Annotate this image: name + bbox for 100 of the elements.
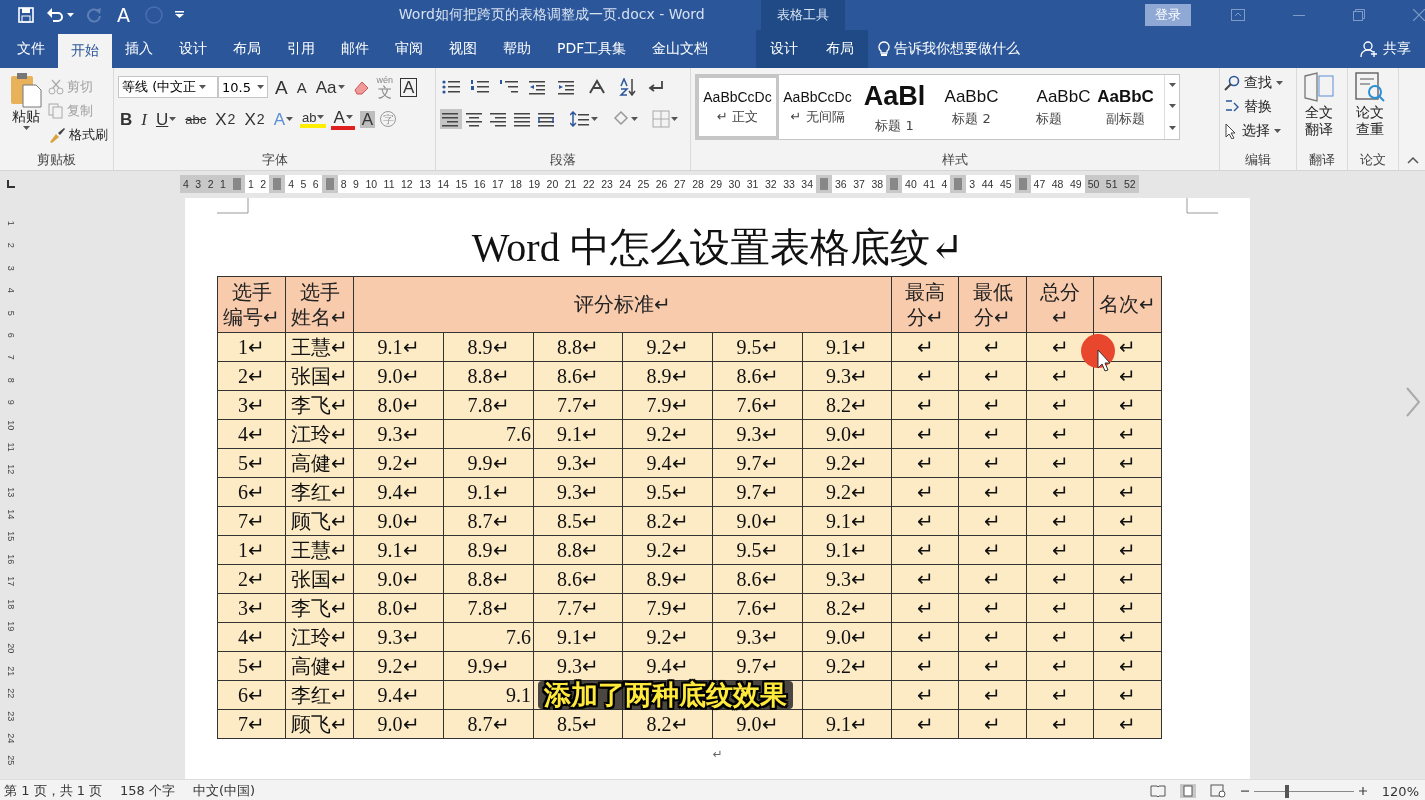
ribbon-tab[interactable]: 引用 [274,30,328,68]
caret-icon[interactable] [1168,125,1176,131]
print-layout-icon[interactable] [1179,784,1196,798]
ribbon-display-icon[interactable] [1231,9,1245,21]
table-cell: ↵ [1026,390,1094,420]
ribbon-tab[interactable]: 设计 [756,30,812,68]
ribbon-tab[interactable]: 帮助 [490,30,544,68]
pointer-icon[interactable] [1224,123,1238,139]
ribbon-tab[interactable]: 插入 [112,30,166,68]
ribbon-tab[interactable]: 邮件 [328,30,382,68]
replace-button[interactable]: 替换 [1224,96,1292,118]
tab-stop-icon[interactable] [6,178,16,189]
caret-icon[interactable] [67,12,74,18]
video-caption: 添加了两种底纹效果 [538,681,793,709]
tell-me-search[interactable]: 告诉我你想要做什么 [878,30,1020,68]
zoom-slider-thumb[interactable] [1284,784,1289,798]
painter-button[interactable]: 格式刷 [48,124,108,146]
search-icon[interactable] [1224,75,1240,91]
shrink-button[interactable]: A [294,79,309,95]
strike-button[interactable]: abc [183,112,209,126]
table-cell: 8.5↵ [533,506,623,536]
font-size-field[interactable]: 10.5 [218,76,268,98]
caret-icon[interactable] [257,84,264,90]
bold-button[interactable]: B [118,110,135,128]
paintbrush-icon[interactable] [48,127,66,143]
underline-button[interactable]: U [153,110,179,128]
ribbon-tab[interactable]: 审阅 [382,30,436,68]
caret-icon[interactable] [286,116,293,122]
ribbon-tab[interactable]: 文件 [4,30,58,68]
restore-icon[interactable] [1353,9,1365,21]
borders-button[interactable] [650,108,680,130]
caret-icon[interactable] [317,114,325,120]
shade-button[interactable]: A [359,110,376,128]
caret-icon[interactable] [337,84,345,90]
ribbon-tab[interactable]: 布局 [812,30,868,68]
table-cell: 9.3↵ [712,419,803,449]
zoom-level[interactable]: 120% [1381,783,1419,799]
table-cell: 9.2↵ [802,448,892,478]
ribbon-tab[interactable]: 视图 [436,30,490,68]
undo-icon[interactable] [46,7,64,23]
caret-icon[interactable] [1276,80,1283,86]
caret-icon[interactable] [631,116,638,122]
caret-icon[interactable] [22,126,30,131]
caret-icon[interactable] [671,116,678,122]
ribbon-tab[interactable]: 金山文档 [639,30,722,68]
line-spacing-icon[interactable] [570,111,590,127]
caret-icon[interactable] [1168,83,1176,89]
plus-icon[interactable] [1357,786,1368,796]
table-cell: ↵ [1026,680,1094,710]
table-cell: ↵ [891,593,959,623]
web-layout-icon[interactable] [1209,784,1226,798]
table-cell: 9.1↵ [353,535,444,565]
font-name-field[interactable]: 等线 (中文正 [118,76,218,98]
translate-button[interactable]: 全文翻译 [1301,72,1337,150]
find-button[interactable]: 查找 [1224,72,1292,94]
style-item[interactable]: AaBbCcDc ↵ 无间隔 [779,75,856,139]
color-button[interactable]: A [331,108,355,130]
ribbon-tab[interactable]: 设计 [166,30,220,68]
table-cell: 2↵ [217,564,286,594]
table-cell: 5↵ [217,448,286,478]
caret-icon[interactable] [1168,104,1176,110]
plagiarism-check-button[interactable]: 论文查重 [1352,72,1388,150]
border-button[interactable]: A [400,77,418,97]
close-icon[interactable] [1413,9,1425,21]
highlight-button[interactable]: ab [300,110,327,128]
table-cell: 7.9↵ [622,390,713,420]
paste-button[interactable]: 粘贴 [4,72,48,150]
table-cell: ↵ [1026,622,1094,652]
caret-icon[interactable] [199,84,207,90]
read-aloud-button[interactable]: A [114,4,133,26]
table-cell: 9.2↵ [802,477,892,507]
style-item[interactable]: AaBbCcDc ↵ 正文 [696,75,779,139]
caret-icon[interactable] [175,11,184,19]
table-cell: 9.0↵ [353,361,444,391]
save-icon[interactable] [18,7,34,23]
table-cell: 1↵ [217,332,286,362]
spacing-button[interactable] [568,109,600,129]
caret-icon[interactable] [1274,128,1281,134]
grow-button[interactable]: A [273,77,290,97]
table-cell: 9.2↵ [622,419,713,449]
read-mode-icon[interactable] [1149,784,1166,798]
style-item[interactable]: AaBbC 标题 2 [933,75,1010,139]
window-title: Word如何把跨页的表格调整成一页.docx - Word [397,6,706,24]
caret-icon[interactable] [591,116,598,122]
table-cell: 9.7↵ [712,448,803,478]
share-button[interactable]: 共享 [1360,30,1425,68]
case-button[interactable]: Aa [313,78,347,96]
italic-button[interactable]: I [139,110,149,128]
caret-icon[interactable] [345,114,353,120]
table-cell: 8.0↵ [353,390,444,420]
table-cell: ↵ [1026,419,1094,449]
ribbon-tab[interactable]: 开始 [58,34,112,68]
select-button[interactable]: 选择 [1224,120,1292,142]
ribbon-tab[interactable]: PDF工具集 [544,30,640,68]
caret-icon[interactable] [169,116,177,122]
collapse-ribbon-icon[interactable] [1407,156,1419,164]
ribbon-tab[interactable]: 布局 [220,30,274,68]
table-cell: ↵ [1093,506,1162,536]
style-item[interactable]: AaBl 标题 1 [856,75,933,139]
table-cell: 9.3↵ [802,564,892,594]
